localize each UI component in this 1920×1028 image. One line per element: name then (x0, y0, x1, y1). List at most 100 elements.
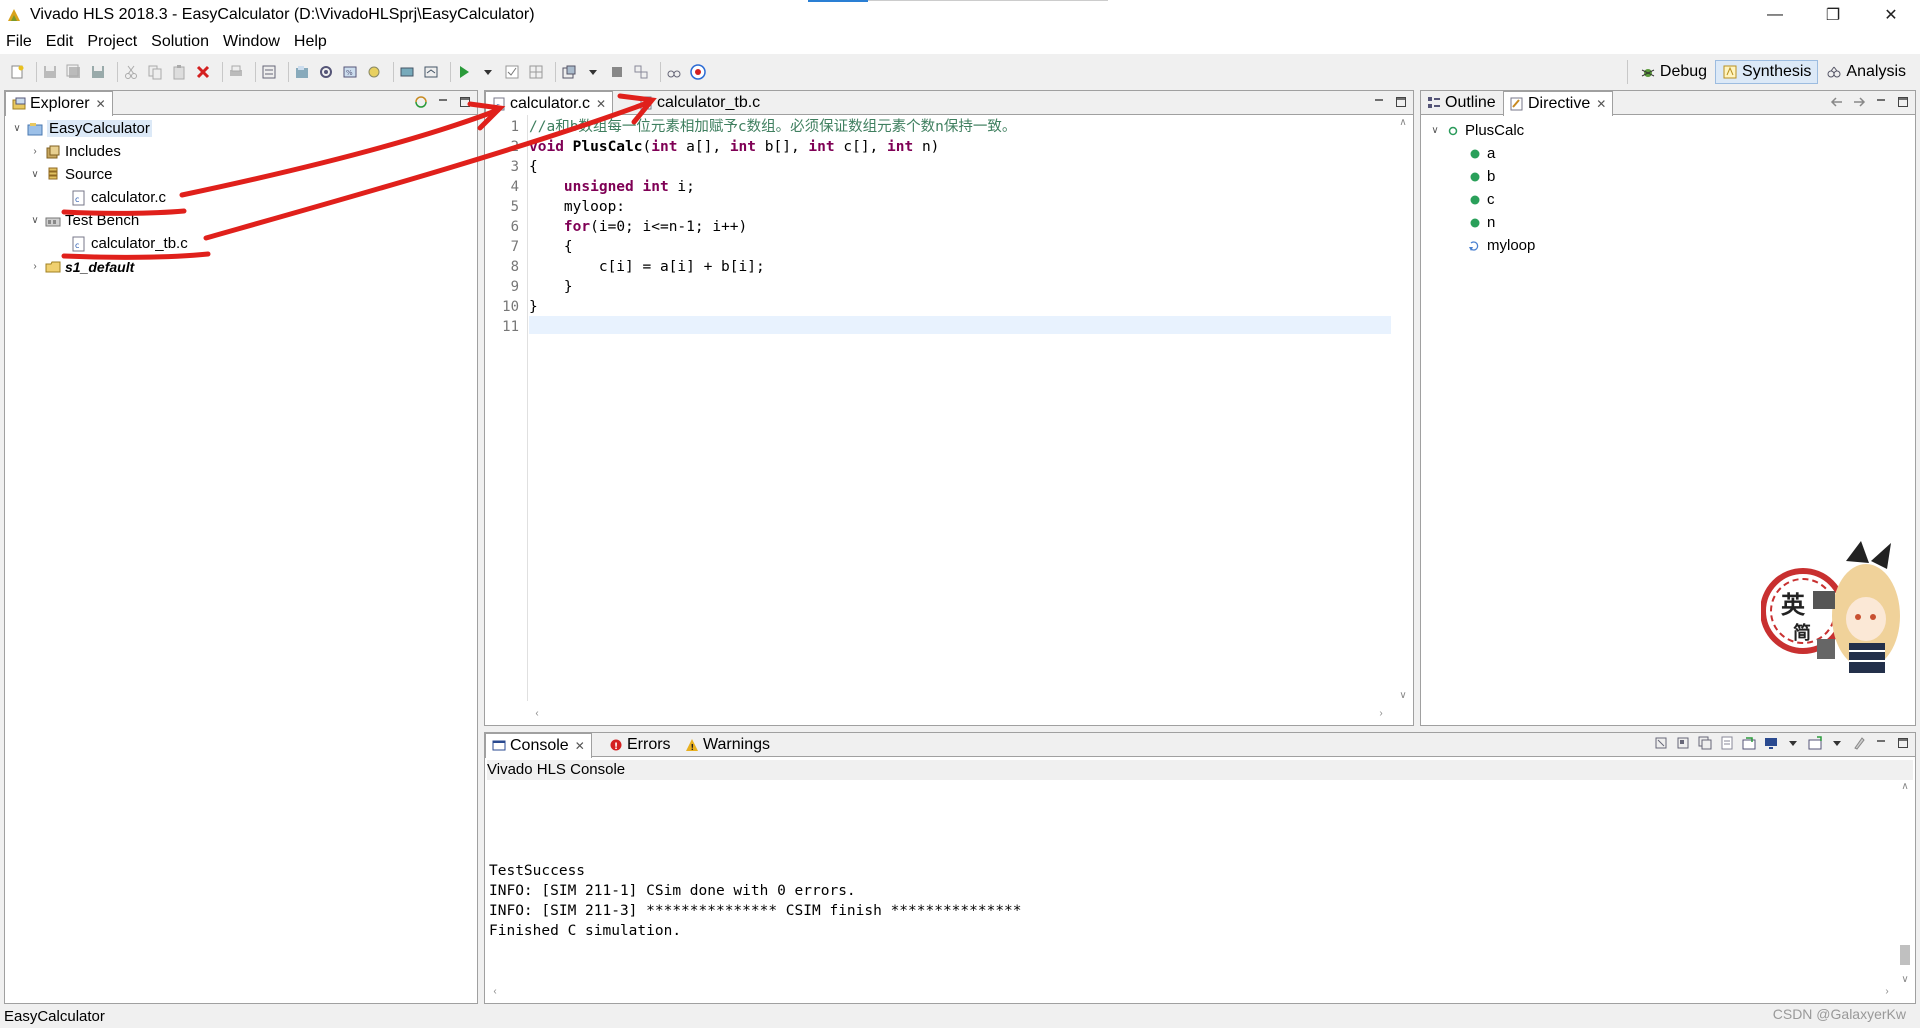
open-console-icon[interactable] (1807, 736, 1823, 750)
perspective-analysis[interactable]: Analysis (1820, 61, 1912, 83)
code-line[interactable]: myloop: (529, 199, 625, 215)
tab-errors[interactable]: ! Errors (603, 733, 677, 757)
scroll-thumb[interactable] (1900, 945, 1910, 965)
code-line[interactable]: { (529, 239, 573, 255)
maximize-panel-icon[interactable] (1393, 95, 1409, 109)
print-icon[interactable] (227, 63, 245, 81)
close-icon[interactable]: ✕ (96, 97, 106, 111)
run-icon[interactable] (455, 63, 473, 81)
tree-item-pluscalc[interactable]: ∨ PlusCalc (1429, 121, 1524, 140)
close-button[interactable]: ✕ (1862, 0, 1920, 30)
cut-icon[interactable] (122, 63, 140, 81)
code-line[interactable]: void PlusCalc(int a[], int b[], int c[],… (529, 139, 939, 155)
menu-file[interactable]: File (6, 33, 32, 51)
tab-console[interactable]: Console ✕ (485, 733, 592, 758)
close-icon[interactable]: ✕ (1596, 97, 1606, 111)
new-icon[interactable] (8, 63, 26, 81)
open-dropdown-icon[interactable] (1829, 736, 1845, 750)
code-line[interactable]: //a和b数组每一位元素相加赋予c数组。必须保证数组元素个数n保持一致。 (529, 119, 1016, 135)
validate-icon[interactable] (503, 63, 521, 81)
scroll-down-icon[interactable]: ∨ (1897, 974, 1913, 985)
console-horizontal-scrollbar[interactable]: ‹ › (487, 985, 1895, 1001)
scroll-left-icon[interactable]: ‹ (487, 986, 503, 997)
display-console-icon[interactable] (1763, 736, 1779, 750)
code-line[interactable]: unsigned int i; (529, 179, 695, 195)
tree-item-calculator-c[interactable]: c calculator.c (71, 188, 166, 207)
perspective-synthesis[interactable]: Synthesis (1715, 60, 1819, 84)
minimize-panel-icon[interactable] (1873, 95, 1889, 109)
tab-explorer[interactable]: Explorer ✕ (5, 91, 113, 116)
tab-outline[interactable]: Outline (1421, 91, 1502, 115)
tree-item-includes[interactable]: › Includes (29, 142, 121, 161)
back-arrow-icon[interactable] (1829, 95, 1845, 109)
copy-icon[interactable] (146, 63, 164, 81)
grid-icon[interactable] (527, 63, 545, 81)
tree-item-test-bench[interactable]: ∨ Test Bench (29, 211, 139, 230)
tab-directive[interactable]: Directive ✕ (1503, 91, 1614, 116)
terminate-icon[interactable] (1653, 736, 1669, 750)
display-dropdown-icon[interactable] (1785, 736, 1801, 750)
help-icon[interactable] (689, 63, 707, 81)
tab-calculator-tb-c[interactable]: c calculator_tb.c (633, 91, 766, 115)
scroll-left-icon[interactable]: ‹ (529, 708, 545, 719)
chevron-down-icon[interactable]: ∨ (11, 123, 23, 134)
code-line[interactable]: c[i] = a[i] + b[i]; (529, 259, 765, 275)
chevron-down-icon[interactable]: ∨ (29, 215, 41, 226)
tree-item-solution[interactable]: › s1_default (29, 257, 134, 276)
code-line[interactable]: } (529, 299, 538, 315)
run-dropdown-icon[interactable] (479, 63, 497, 81)
scroll-lock-icon[interactable] (1719, 736, 1735, 750)
remove-launch-icon[interactable] (1675, 736, 1691, 750)
maximize-panel-icon[interactable] (1895, 736, 1911, 750)
console-vertical-scrollbar[interactable]: ∧ ∨ (1897, 781, 1913, 985)
menu-help[interactable]: Help (294, 33, 327, 51)
tree-item-calculator-tb-c[interactable]: c calculator_tb.c (71, 234, 188, 253)
pin-console-icon[interactable] (1741, 736, 1757, 750)
perspective-debug[interactable]: Debug (1634, 61, 1713, 83)
csim-icon[interactable] (398, 63, 416, 81)
minimize-panel-icon[interactable] (435, 95, 451, 109)
tree-item-param-c[interactable]: c (1467, 190, 1495, 209)
save-as-icon[interactable] (65, 63, 83, 81)
scroll-right-icon[interactable]: › (1373, 708, 1389, 719)
editor-horizontal-scrollbar[interactable]: ‹ › (529, 707, 1389, 723)
tab-warnings[interactable]: ! Warnings (679, 733, 776, 757)
code-line[interactable]: { (529, 159, 538, 175)
paste-icon[interactable] (170, 63, 188, 81)
tab-calculator-c[interactable]: c calculator.c ✕ (485, 91, 614, 116)
scroll-up-icon[interactable]: ∧ (1395, 117, 1411, 128)
menu-project[interactable]: Project (87, 33, 137, 51)
new-solution-icon[interactable] (293, 63, 311, 81)
minimize-panel-icon[interactable] (1873, 736, 1889, 750)
scroll-right-icon[interactable]: › (1879, 986, 1895, 997)
scroll-down-icon[interactable]: ∨ (1395, 690, 1411, 701)
analysis-toolbar-icon[interactable] (665, 63, 683, 81)
forward-arrow-icon[interactable] (1851, 95, 1867, 109)
chevron-down-icon[interactable]: ∨ (1429, 125, 1441, 136)
menu-window[interactable]: Window (223, 33, 280, 51)
delete-icon[interactable] (194, 63, 212, 81)
tree-item-param-n[interactable]: n (1467, 213, 1495, 232)
restore-button[interactable]: ❐ (1804, 0, 1862, 30)
close-icon[interactable]: ✕ (596, 97, 606, 111)
maximize-panel-icon[interactable] (1895, 95, 1911, 109)
save-all-icon[interactable] (89, 63, 107, 81)
index-icon[interactable] (365, 63, 383, 81)
code-line[interactable]: } (529, 279, 573, 295)
build-icon[interactable] (422, 63, 440, 81)
maximize-panel-icon[interactable] (457, 95, 473, 109)
editor-vertical-scrollbar[interactable]: ∧ ∨ (1395, 117, 1411, 701)
menu-solution[interactable]: Solution (151, 33, 209, 51)
chevron-right-icon[interactable]: › (29, 146, 41, 157)
remove-all-icon[interactable] (1697, 736, 1713, 750)
directive-icon[interactable]: % (341, 63, 359, 81)
export-dropdown-icon[interactable] (584, 63, 602, 81)
chevron-down-icon[interactable]: ∨ (29, 169, 41, 180)
minimize-panel-icon[interactable] (1371, 95, 1387, 109)
stop-icon[interactable] (608, 63, 626, 81)
tree-item-param-a[interactable]: a (1467, 144, 1495, 163)
save-icon[interactable] (41, 63, 59, 81)
sync-icon[interactable] (413, 95, 429, 109)
chevron-right-icon[interactable]: › (29, 261, 41, 272)
export-icon[interactable] (560, 63, 578, 81)
